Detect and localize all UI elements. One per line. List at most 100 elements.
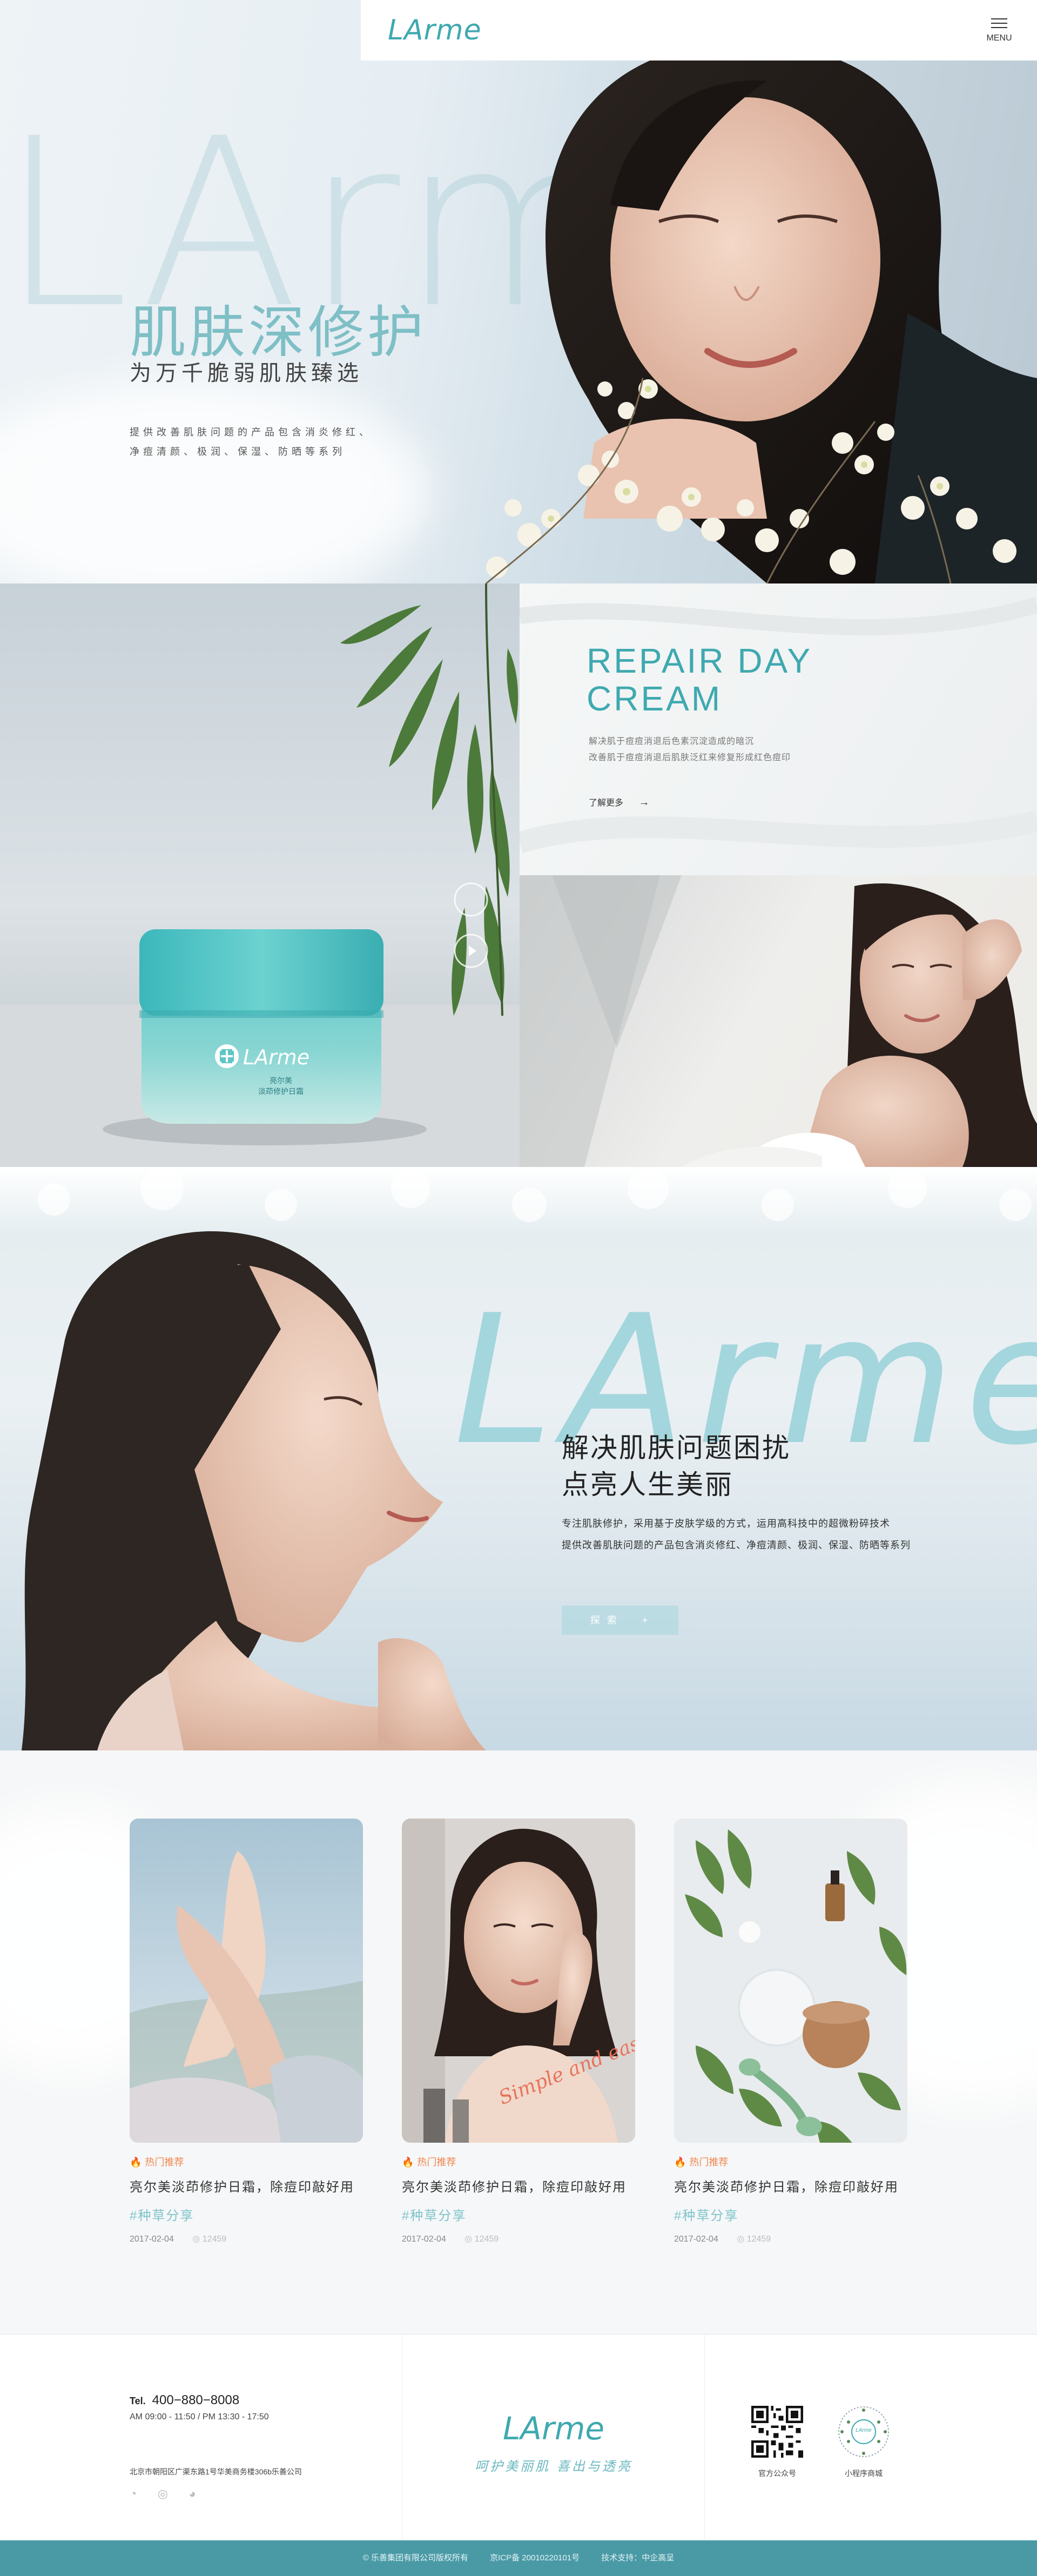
article-image[interactable] [130, 1819, 363, 2143]
jar-label-line: 淡茚修护日霜 [258, 1087, 304, 1096]
article-card[interactable]: 🔥 热门推荐 亮尔美淡茚修护日霜，除痘印敲好用 #种草分享 2017-02-04 … [674, 1819, 907, 2244]
jar-label-line: 亮尔美 [270, 1076, 292, 1085]
hot-tag-label: 热门推荐 [417, 2157, 456, 2168]
weibo-icon[interactable]: ◎ [158, 2487, 168, 2501]
menu-label[interactable]: MENU [983, 33, 1015, 43]
skincare-products-image [674, 1819, 907, 2143]
views-number: 12459 [474, 2235, 499, 2244]
banner2-description: 专注肌肤修护，采用基于皮肤学级的方式，运用高科技中的超微粉碎技术 提供改善肌肤问… [562, 1513, 911, 1556]
article-image[interactable]: Simple and easy! [402, 1819, 635, 2143]
article-date: 2017-02-04 [130, 2235, 174, 2244]
views-count: ◎ 12459 [737, 2235, 771, 2244]
footer-brand: LArme 呵护美丽肌 喜出与透亮 [402, 2335, 705, 2541]
top-nav: LArme MENU [361, 0, 1037, 61]
explore-label[interactable]: 探 索 [590, 1615, 619, 1626]
article-date: 2017-02-04 [402, 2235, 446, 2244]
article-hashtag[interactable]: #种草分享 [130, 2205, 363, 2224]
explore-button[interactable]: 探 索 + [562, 1606, 678, 1635]
hero-description: 提供改善肌肤问题的产品包含消炎修红、 净痘清颜、极润、保湿、防晒等系列 [130, 422, 410, 461]
repair-description: 解决肌于痘痘消退后色素沉淀造成的暗沉 改善肌于痘痘消退后肌肤泛红来修复形成红色痘… [589, 734, 791, 766]
repair-desc-line: 解决肌于痘痘消退后色素沉淀造成的暗沉 [589, 737, 755, 746]
tel-number[interactable]: 400−880−8008 [152, 2393, 240, 2407]
footer-address: 北京市朝阳区广渠东路1号华美商务楼306b乐善公司 [130, 2467, 302, 2476]
fire-icon: 🔥 [674, 2157, 686, 2168]
views-number: 12459 [202, 2235, 227, 2244]
banner2-title: 解决肌肤问题困扰 [562, 1433, 791, 1463]
menu-button[interactable]: MENU [983, 15, 1015, 43]
hero-desc-line: 净痘清颜、极润、保湿、防晒等系列 [130, 446, 346, 457]
jar-label: 亮尔美 淡茚修护日霜 [254, 1075, 308, 1097]
learn-more-label[interactable]: 了解更多 [589, 799, 623, 808]
footer-slogan: 呵护美丽肌 喜出与透亮 [475, 2459, 632, 2474]
article-date: 2017-02-04 [674, 2235, 718, 2244]
article-card[interactable]: Simple and easy! 🔥 热门推荐 亮尔美淡茚修护日霜，除痘印敲好用 … [402, 1819, 635, 2244]
copyright-bar: © 乐善集团有限公司版权所有 京ICP备 20010220101号 技术支持：中… [0, 2540, 1037, 2576]
article-meta: 2017-02-04 ◎ 12459 [402, 2233, 635, 2244]
views-count: ◎ 12459 [192, 2235, 227, 2244]
qr-label: 官方公众号 [758, 2469, 796, 2478]
plus-icon[interactable]: + [642, 1615, 650, 1626]
qq-icon[interactable]: ◕ [188, 2487, 196, 2501]
hamburger-icon[interactable] [983, 18, 1015, 28]
model-portrait-panel [520, 875, 1037, 1167]
qr-label: 小程序商城 [845, 2469, 883, 2478]
hot-tag-label: 热门推荐 [145, 2157, 184, 2168]
brand-logo[interactable]: LArme [388, 14, 482, 46]
repair-day-cream-panel: REPAIR DAY CREAM 解决肌于痘痘消退后色素沉淀造成的暗沉 改善肌于… [520, 583, 1037, 875]
article-card[interactable]: 🔥 热门推荐 亮尔美淡茚修护日霜，除痘印敲好用 #种草分享 2017-02-04 … [130, 1819, 363, 2244]
tech-support[interactable]: 技术支持：中企高呈 [601, 2553, 674, 2562]
hero-subtitle: 为万千脆弱肌肤臻选 [130, 361, 363, 385]
repair-title-line: CREAM [587, 679, 723, 718]
qr-official-account[interactable]: 官方公众号 [751, 2406, 803, 2479]
banner2-title: 点亮人生美丽 [562, 1470, 733, 1500]
qr-mini-program[interactable]: LArme 小程序商城 [838, 2406, 890, 2479]
site-footer: Tel. 400−880−8008 AM 09:00 - 11:50 / PM 1… [0, 2334, 1037, 2541]
hot-tag-label: 热门推荐 [689, 2157, 729, 2168]
copyright-text: © 乐善集团有限公司版权所有 [362, 2553, 468, 2562]
mini-program-logo: LArme [856, 2427, 872, 2433]
repair-desc-line: 改善肌于痘痘消退后肌肤泛红来修复形成红色痘印 [589, 753, 791, 762]
article-title[interactable]: 亮尔美淡茚修护日霜，除痘印敲好用 [674, 2176, 907, 2195]
fire-icon: 🔥 [130, 2157, 142, 2168]
icp-number[interactable]: 京ICP备 20010220101号 [490, 2553, 580, 2562]
fire-icon: 🔥 [402, 2157, 414, 2168]
article-hashtag[interactable]: #种草分享 [402, 2205, 635, 2224]
woman-portrait-image [520, 875, 1037, 1167]
product-image-panel: LArme 亮尔美 淡茚修护日霜 [0, 583, 520, 1167]
article-title[interactable]: 亮尔美淡茚修护日霜，除痘印敲好用 [130, 2176, 363, 2195]
qr-code-icon[interactable] [751, 2406, 803, 2458]
footer-qr-codes: 官方公众号 LArme 小程序商城 [705, 2335, 1037, 2541]
article-title[interactable]: 亮尔美淡茚修护日霜，除痘印敲好用 [402, 2176, 635, 2195]
learn-more-link[interactable]: 了解更多 → [589, 795, 649, 809]
brand-banner: LArme 解决肌肤问题困扰 点亮人生美丽 专注肌肤修护，采用基于皮肤学级的方式… [0, 1167, 1037, 1750]
tel-label: Tel. [130, 2396, 146, 2406]
hot-tag: 🔥 热门推荐 [674, 2155, 907, 2169]
articles-section: 🔥 热门推荐 亮尔美淡茚修护日霜，除痘印敲好用 #种草分享 2017-02-04 … [0, 1750, 1037, 2334]
social-links: ◔ ◎ ◕ [130, 2487, 214, 2501]
repair-title-line: REPAIR DAY [587, 641, 813, 680]
hero-glow [0, 378, 432, 583]
views-count: ◎ 12459 [464, 2235, 499, 2244]
fabric-texture-bg [520, 597, 1037, 854]
hero-woman-image [486, 42, 1037, 583]
article-image[interactable] [674, 1819, 907, 2143]
footer-contact: Tel. 400−880−8008 AM 09:00 - 11:50 / PM 1… [0, 2335, 402, 2541]
jar-logo-text: LArme [243, 1045, 310, 1069]
hero-banner: LArm LArme MENU 肌肤深修护 为万千脆弱肌肤臻选 提供改善肌肤问题… [0, 0, 1037, 583]
hero-desc-line: 提供改善肌肤问题的产品包含消炎修红、 [130, 427, 373, 438]
footer-logo[interactable]: LArme [402, 2410, 705, 2447]
article-meta: 2017-02-04 ◎ 12459 [130, 2233, 363, 2244]
arrow-right-icon[interactable]: → [638, 796, 649, 808]
views-number: 12459 [746, 2235, 771, 2244]
hot-tag: 🔥 热门推荐 [130, 2155, 363, 2169]
hot-tag: 🔥 热门推荐 [402, 2155, 635, 2169]
business-hours: AM 09:00 - 11:50 / PM 13:30 - 17:50 [130, 2412, 269, 2421]
banner2-desc-line: 提供改善肌肤问题的产品包含消炎修红、净痘清颜、极润、保湿、防晒等系列 [562, 1540, 911, 1551]
repair-title: REPAIR DAY CREAM [587, 642, 812, 717]
hands-image [130, 1819, 363, 2143]
banner2-desc-line: 专注肌肤修护，采用基于皮肤学级的方式，运用高科技中的超微粉碎技术 [562, 1518, 890, 1529]
wechat-icon[interactable]: ◔ [130, 2487, 137, 2501]
footer-phone: Tel. 400−880−8008 [130, 2393, 239, 2408]
article-meta: 2017-02-04 ◎ 12459 [674, 2233, 907, 2244]
article-hashtag[interactable]: #种草分享 [674, 2205, 907, 2224]
